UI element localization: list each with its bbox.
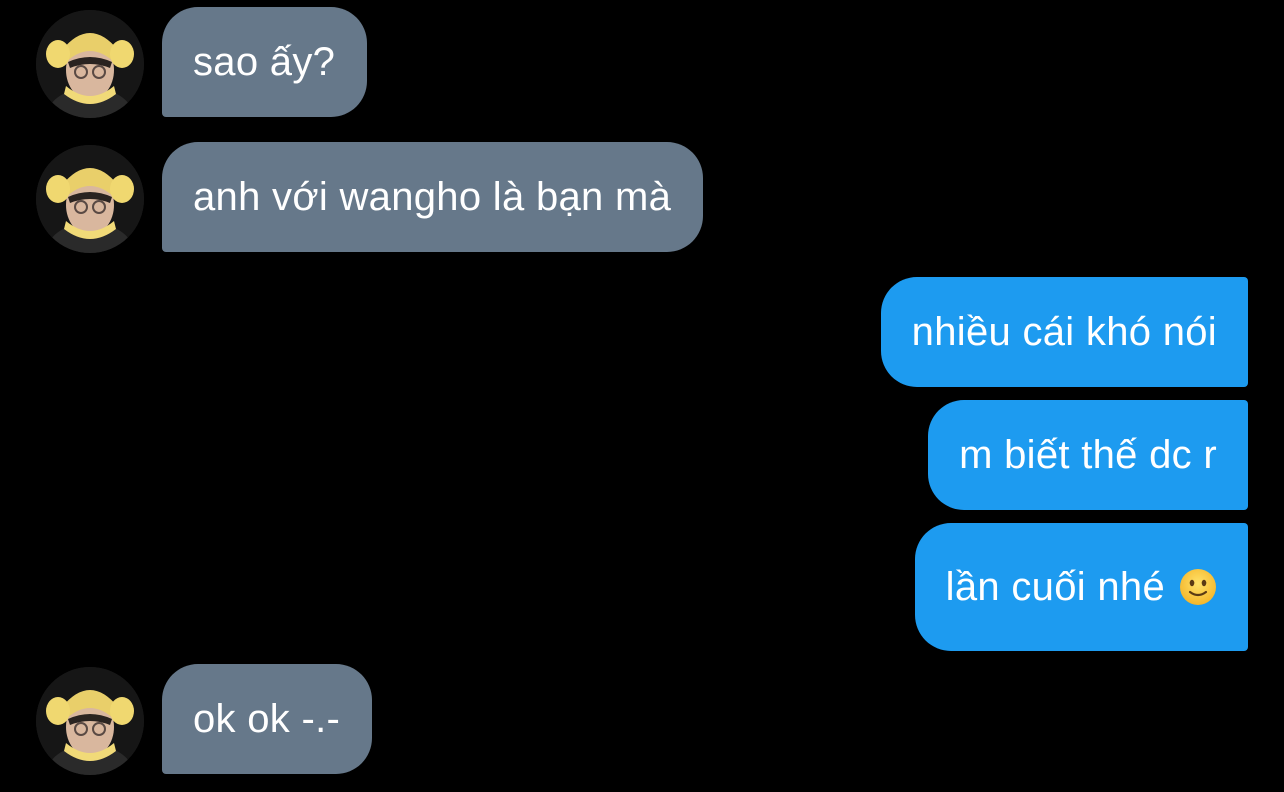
incoming-message-bubble[interactable]: ok ok -.- <box>162 664 373 774</box>
message-text: lần cuối nhé <box>945 565 1165 609</box>
contact-avatar[interactable] <box>36 145 144 253</box>
message-text: ok ok -.- <box>193 697 341 741</box>
outgoing-message-bubble[interactable]: m biết thế dc r <box>928 400 1248 510</box>
incoming-message-bubble[interactable]: anh với wangho là bạn mà <box>162 142 704 252</box>
conversation-thread: sao ấy? anh với wangho là bạn mà nhiều c… <box>0 0 1284 792</box>
message-text: anh với wangho là bạn mà <box>193 175 672 219</box>
incoming-message-bubble[interactable]: sao ấy? <box>162 7 368 117</box>
outgoing-message-bubble[interactable]: nhiều cái khó nói <box>880 277 1248 387</box>
outgoing-message-bubble[interactable]: lần cuối nhé <box>914 523 1248 651</box>
slightly-smiling-face-icon <box>1179 568 1217 606</box>
contact-avatar[interactable] <box>36 10 144 118</box>
message-text: m biết thế dc r <box>959 433 1217 477</box>
message-text: nhiều cái khó nói <box>911 310 1217 354</box>
contact-avatar[interactable] <box>36 667 144 775</box>
message-text: sao ấy? <box>193 40 336 84</box>
